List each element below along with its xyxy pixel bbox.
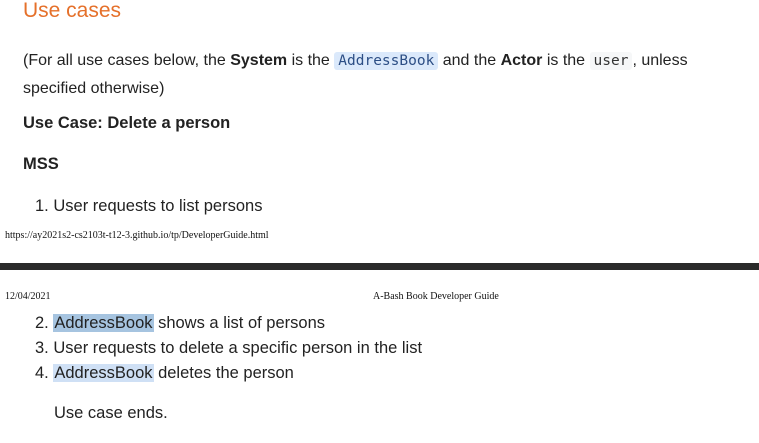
addressbook-highlight: AddressBook [53,364,154,382]
intro-text-1: (For all use cases below, the [23,52,231,69]
mss-step: 2. AddressBook shows a list of persons [35,314,325,333]
system-term: System [230,52,288,69]
print-footer-url: https://ay2021s2-cs2103t-t12-3.github.io… [5,230,269,241]
intro-text-3: and the [438,52,501,69]
intro-text-4: is the [542,52,590,69]
step-number: 4. [35,364,49,382]
use-case-title: Use Case: Delete a person [23,114,231,132]
intro-text-2: is the [287,52,335,69]
section-heading: Use cases [23,0,122,22]
step-text: User requests to list persons [53,197,263,215]
step-text: shows a list of persons [153,314,325,332]
step-number: 2. [35,314,49,332]
mss-step: 3. User requests to delete a specific pe… [35,339,422,358]
step-text: deletes the person [153,364,294,382]
step-number: 3. [35,339,49,357]
mss-step: 4. AddressBook deletes the person [35,364,294,383]
actor-code: user [589,52,633,70]
step-number: 1. [35,197,49,215]
print-header-title: A-Bash Book Developer Guide [373,291,499,302]
page-break-divider [0,263,759,270]
system-code: AddressBook [334,52,439,70]
use-case-end: Use case ends. [54,404,168,422]
actor-term: Actor [500,52,543,69]
step-text: User requests to delete a specific perso… [53,339,423,357]
mss-label: MSS [23,155,59,173]
intro-paragraph: (For all use cases below, the System is … [23,47,753,102]
mss-step: 1. User requests to list persons [35,197,262,216]
print-header-date: 12/04/2021 [5,291,51,302]
addressbook-highlight: AddressBook [53,314,154,332]
